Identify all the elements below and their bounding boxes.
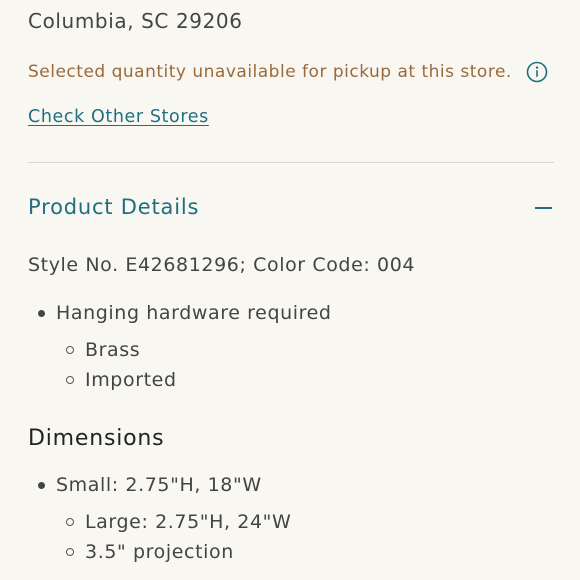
bullet-disc bbox=[38, 309, 45, 317]
product-page: Columbia, SC 29206 Selected quantity una… bbox=[0, 0, 580, 580]
section-divider bbox=[28, 162, 554, 163]
sub-list-item-text: Brass bbox=[85, 339, 141, 361]
sub-list-item: Large: 2.75"H, 24"W bbox=[66, 511, 291, 533]
sub-list-item-text: Imported bbox=[85, 369, 177, 391]
bullet-circle bbox=[66, 548, 74, 556]
sub-list-item: 3.5" projection bbox=[66, 541, 234, 563]
check-other-stores-link[interactable]: Check Other Stores bbox=[28, 107, 209, 127]
style-number: Style No. E42681296; Color Code: 004 bbox=[28, 254, 416, 276]
product-details-title: Product Details bbox=[28, 195, 200, 219]
dimensions-heading: Dimensions bbox=[28, 426, 165, 451]
minus-icon[interactable] bbox=[534, 198, 552, 216]
list-item-text: Small: 2.75"H, 18"W bbox=[56, 474, 262, 496]
list-item: Hanging hardware required bbox=[38, 302, 332, 324]
sub-list-item-text: 3.5" projection bbox=[85, 541, 234, 563]
sub-list-item-text: Large: 2.75"H, 24"W bbox=[85, 511, 292, 533]
bullet-circle bbox=[66, 376, 74, 384]
list-item: Small: 2.75"H, 18"W bbox=[38, 474, 262, 496]
bullet-circle bbox=[66, 518, 74, 526]
pickup-availability-notice: Selected quantity unavailable for pickup… bbox=[28, 61, 548, 83]
info-circle-icon[interactable] bbox=[526, 61, 548, 83]
sub-list-item: Brass bbox=[66, 339, 140, 361]
store-address: Columbia, SC 29206 bbox=[28, 9, 243, 33]
list-item-text: Hanging hardware required bbox=[56, 302, 332, 324]
bullet-disc bbox=[38, 481, 45, 489]
product-details-toggle[interactable]: Product Details bbox=[28, 190, 554, 224]
bullet-circle bbox=[66, 346, 74, 354]
sub-list-item: Imported bbox=[66, 369, 177, 391]
availability-message: Selected quantity unavailable for pickup… bbox=[28, 62, 512, 82]
